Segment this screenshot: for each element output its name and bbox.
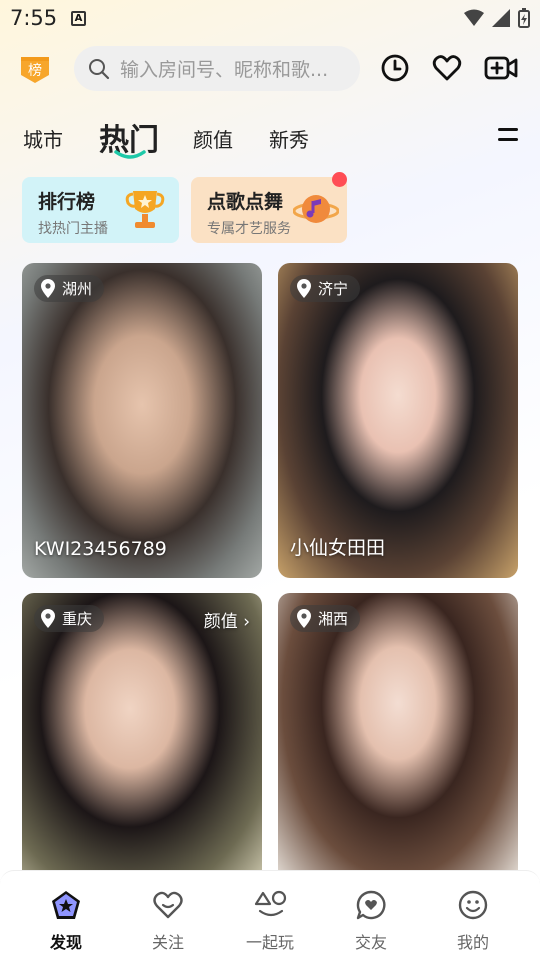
discover-icon <box>52 891 80 919</box>
nav-label: 交友 <box>354 933 387 952</box>
music-planet-icon <box>293 195 339 223</box>
status-time: 7:55 <box>10 6 58 30</box>
tab-newcomer[interactable]: 新秀 <box>269 124 309 153</box>
notification-icon: A <box>71 11 86 26</box>
song-dance-promo-card[interactable]: 点歌点舞 专属才艺服务 <box>191 177 347 243</box>
nav-play-together[interactable]: 一起玩 <box>225 871 315 960</box>
live-room-card[interactable]: 济宁 小仙女田田 <box>278 263 518 578</box>
follow-heart-icon <box>153 891 183 919</box>
notification-dot <box>332 172 347 187</box>
category-tag: 颜值 › <box>203 612 250 632</box>
location-badge: 重庆 <box>34 605 105 632</box>
nav-label: 发现 <box>49 933 82 952</box>
nav-make-friends[interactable]: 交友 <box>326 871 416 960</box>
video-add-icon <box>484 56 518 80</box>
streamer-name: KWI23456789 <box>34 538 167 560</box>
streamer-name: 小仙女田田 <box>290 537 386 559</box>
location-pin-icon <box>297 608 311 628</box>
nav-profile[interactable]: 我的 <box>428 871 518 960</box>
status-icons <box>464 8 530 28</box>
menu-icon[interactable] <box>498 128 518 142</box>
start-live-button[interactable] <box>484 53 518 83</box>
smiley-profile-icon <box>458 890 488 920</box>
history-button[interactable] <box>380 53 410 83</box>
tab-looks[interactable]: 颜值 <box>193 124 233 153</box>
history-icon <box>381 54 409 82</box>
nav-follow[interactable]: 关注 <box>123 871 213 960</box>
ranking-promo-card[interactable]: 排行榜 找热门主播 <box>22 177 179 243</box>
category-tabs: 城市 热门 颜值 新秀 <box>0 112 540 162</box>
live-room-card[interactable]: 湖州 KWI23456789 <box>22 263 262 578</box>
play-together-icon <box>254 890 287 917</box>
location-text: 湘西 <box>318 610 349 628</box>
location-pin-icon <box>41 608 55 628</box>
location-pin-icon <box>297 278 311 298</box>
status-bar: 7:55 A <box>0 0 540 38</box>
nav-label: 一起玩 <box>245 933 294 952</box>
favorites-button[interactable] <box>432 53 462 83</box>
search-placeholder: 输入房间号、昵称和歌... <box>120 59 329 81</box>
location-text: 重庆 <box>62 610 93 628</box>
chat-bubble-icon <box>356 890 386 920</box>
signal-icon <box>492 9 510 27</box>
search-input[interactable]: 输入房间号、昵称和歌... <box>74 46 360 91</box>
live-room-card[interactable]: 湘西 <box>278 593 518 883</box>
location-pin-icon <box>41 278 55 298</box>
location-badge: 济宁 <box>290 275 361 302</box>
location-badge: 湖州 <box>34 275 105 302</box>
battery-icon <box>518 8 530 28</box>
tab-active-indicator <box>114 150 146 159</box>
bottom-nav: 发现 关注 一起玩 交友 我的 <box>0 870 540 960</box>
live-room-card[interactable]: 重庆 颜值 › <box>22 593 262 883</box>
location-badge: 湘西 <box>290 605 361 632</box>
search-icon <box>89 58 110 79</box>
tab-city[interactable]: 城市 <box>23 124 63 153</box>
nav-label: 我的 <box>456 933 489 952</box>
rank-badge-icon: 榜 <box>21 57 49 83</box>
location-text: 济宁 <box>318 280 349 298</box>
wifi-icon <box>464 9 484 26</box>
heart-icon <box>432 55 462 81</box>
rank-badge-button[interactable]: 榜 <box>19 53 51 85</box>
trophy-icon <box>125 191 165 228</box>
rank-badge-text: 榜 <box>28 62 42 79</box>
nav-discover[interactable]: 发现 <box>21 871 111 960</box>
location-text: 湖州 <box>62 280 93 298</box>
nav-label: 关注 <box>151 933 184 952</box>
